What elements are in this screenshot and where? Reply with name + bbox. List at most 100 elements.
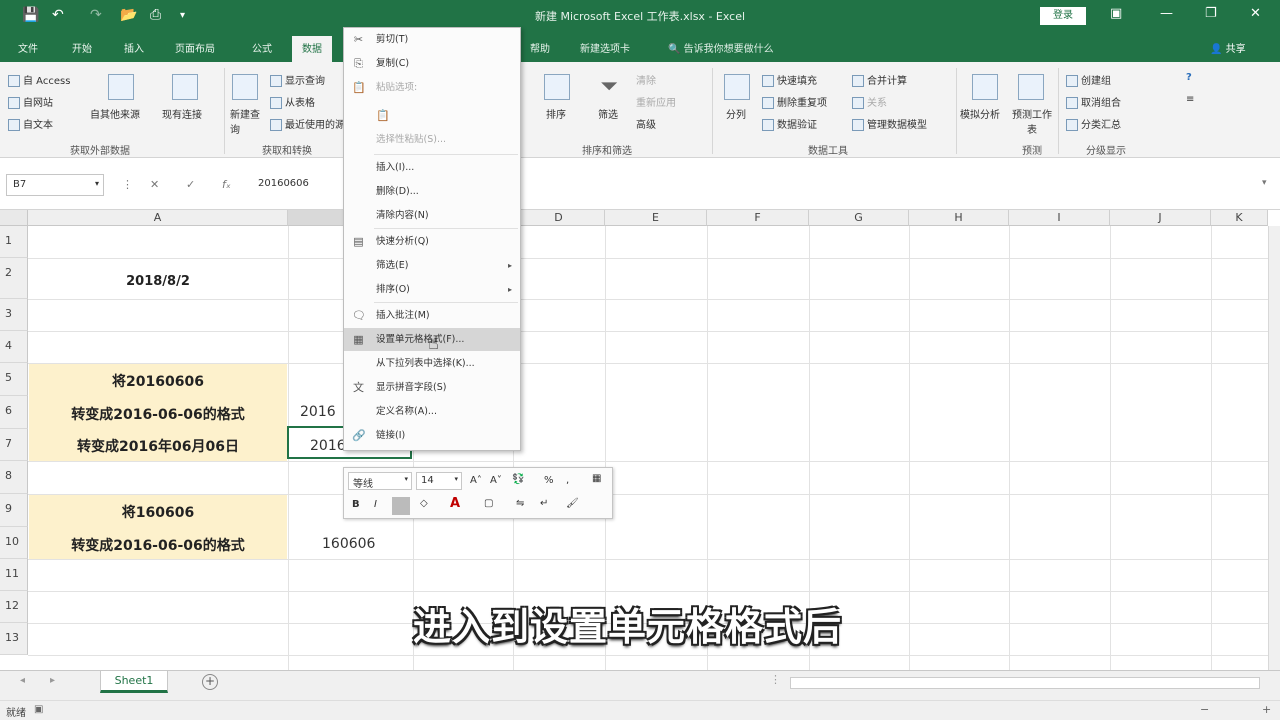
menu-item-sort[interactable]: 排序(O) ▸ bbox=[344, 278, 520, 301]
menu-item-pick-from-list[interactable]: 从下拉列表中选择(K)... bbox=[344, 352, 520, 375]
menu-item-clear-contents[interactable]: 清除内容(N) bbox=[344, 204, 520, 227]
row-header-11[interactable]: 11 bbox=[0, 559, 28, 591]
column-header-f[interactable]: F bbox=[707, 210, 809, 226]
column-header-e[interactable]: E bbox=[605, 210, 707, 226]
manage-data-model-button[interactable]: 管理数据模型 bbox=[852, 116, 927, 131]
expand-formula-icon[interactable]: ▾ bbox=[1262, 178, 1267, 188]
font-size-select[interactable]: 14 ▾ bbox=[416, 472, 462, 490]
tell-me-search[interactable]: 🔍 告诉我你想要做什么 bbox=[668, 40, 774, 55]
row-header-7[interactable]: 7 bbox=[0, 429, 28, 461]
tab-formulas[interactable]: 公式 bbox=[252, 40, 272, 55]
help-icon[interactable]: ? bbox=[1186, 72, 1192, 83]
row-header-12[interactable]: 12 bbox=[0, 591, 28, 623]
column-header-j[interactable]: J bbox=[1110, 210, 1211, 226]
chevron-down-icon[interactable]: ▾ bbox=[95, 179, 99, 188]
currency-format-icon[interactable]: 💱 bbox=[512, 474, 524, 485]
macro-record-icon[interactable]: ▣ bbox=[34, 704, 43, 715]
close-icon[interactable]: ✕ bbox=[1250, 6, 1261, 21]
print-icon[interactable]: ⎙ bbox=[150, 7, 161, 23]
cell-a6[interactable]: 转变成2016-06-06的格式 bbox=[29, 404, 287, 424]
name-box[interactable]: B7 ▾ bbox=[6, 174, 104, 196]
clear-filter-button[interactable]: 清除 bbox=[636, 72, 656, 87]
select-all-corner[interactable] bbox=[0, 210, 28, 226]
merge-cells-icon[interactable]: ⇋ bbox=[516, 498, 524, 509]
consolidate-button[interactable]: 合并计算 bbox=[852, 72, 907, 87]
cell-b10[interactable]: 160606 bbox=[322, 536, 375, 552]
horizontal-scrollbar[interactable] bbox=[790, 677, 1260, 689]
formula-input[interactable]: 20160606 bbox=[258, 178, 309, 189]
center-align-icon[interactable] bbox=[392, 497, 410, 515]
column-header-h[interactable]: H bbox=[909, 210, 1009, 226]
row-header-2[interactable]: 2 bbox=[0, 258, 28, 299]
menu-item-quick-analysis[interactable]: ▤ 快速分析(Q) bbox=[344, 230, 520, 253]
cancel-icon[interactable]: ✕ bbox=[150, 178, 159, 191]
menu-item-show-phonetic[interactable]: ⽂ 显示拼音字段(S) bbox=[344, 376, 520, 399]
menu-item-filter[interactable]: 筛选(E) ▸ bbox=[344, 254, 520, 277]
menu-item-delete[interactable]: 删除(D)... bbox=[344, 180, 520, 203]
text-to-columns-button[interactable]: 分列 bbox=[726, 106, 746, 121]
cell-b6[interactable]: 2016 bbox=[300, 404, 336, 420]
column-header-k[interactable]: K bbox=[1211, 210, 1268, 226]
row-header-4[interactable]: 4 bbox=[0, 331, 28, 363]
menu-item-insert-comment[interactable]: 🗨 插入批注(M) bbox=[344, 304, 520, 327]
vertical-scrollbar[interactable] bbox=[1268, 226, 1280, 670]
insert-function-icon[interactable]: fₓ bbox=[222, 178, 231, 191]
group-button[interactable]: 创建组 bbox=[1066, 72, 1111, 87]
tab-new-tab[interactable]: 新建选项卡 bbox=[580, 40, 630, 55]
cell-a5[interactable]: 将20160606 bbox=[29, 371, 287, 391]
row-header-3[interactable]: 3 bbox=[0, 299, 28, 331]
recent-sources-button[interactable]: 最近使用的源 bbox=[270, 116, 345, 131]
new-query-button[interactable]: 新建查询 bbox=[230, 106, 260, 136]
what-if-button[interactable]: 模拟分析 bbox=[960, 106, 1000, 121]
row-header-5[interactable]: 5 bbox=[0, 363, 28, 396]
sort-button[interactable]: 排序 bbox=[546, 106, 566, 121]
column-header-a[interactable]: A bbox=[28, 210, 288, 226]
enter-icon[interactable]: ✓ bbox=[186, 178, 195, 191]
paint-brush-icon[interactable]: 🖌 bbox=[566, 498, 579, 509]
flash-fill-button[interactable]: 快速填充 bbox=[762, 72, 817, 87]
row-header-6[interactable]: 6 bbox=[0, 396, 28, 429]
other-sources-button[interactable]: 自其他来源 bbox=[90, 106, 140, 121]
menu-item-insert[interactable]: 插入(I)... bbox=[344, 156, 520, 179]
italic-icon[interactable]: I bbox=[374, 499, 377, 510]
tab-help[interactable]: 帮助 bbox=[530, 40, 550, 55]
format-painter-icon[interactable]: ▦ bbox=[592, 473, 601, 484]
cell-a9[interactable]: 将160606 bbox=[29, 502, 287, 522]
share-button[interactable]: 👤 共享 bbox=[1210, 40, 1246, 55]
tab-home[interactable]: 开始 bbox=[72, 40, 92, 55]
undo-icon[interactable]: ↶ bbox=[52, 7, 64, 23]
fill-color-icon[interactable]: ◇ bbox=[420, 498, 428, 509]
data-validation-button[interactable]: 数据验证 bbox=[762, 116, 817, 131]
menu-item-define-name[interactable]: 定义名称(A)... bbox=[344, 400, 520, 423]
tab-splitter-icon[interactable]: ⋮ bbox=[770, 673, 781, 686]
maximize-icon[interactable]: ❐ bbox=[1205, 6, 1217, 21]
sheet-tab-sheet1[interactable]: Sheet1 bbox=[100, 671, 168, 693]
reapply-button[interactable]: 重新应用 bbox=[636, 94, 676, 109]
bold-icon[interactable]: B bbox=[352, 499, 360, 510]
ungroup-button[interactable]: 取消组合 bbox=[1066, 94, 1121, 109]
row-header-13[interactable]: 13 bbox=[0, 623, 28, 655]
analysis-icon[interactable]: ≡ bbox=[1186, 94, 1194, 105]
menu-item-link[interactable]: 🔗 链接(I) bbox=[344, 424, 520, 447]
minimize-icon[interactable]: — bbox=[1160, 6, 1173, 21]
decrease-font-icon[interactable]: A˅ bbox=[490, 475, 502, 486]
font-color-icon[interactable]: A bbox=[450, 496, 460, 511]
filter-button[interactable]: 筛选 bbox=[598, 106, 618, 121]
cell-a7[interactable]: 转变成2016年06月06日 bbox=[29, 436, 287, 456]
forecast-sheet-button[interactable]: 预测工作表 bbox=[1012, 106, 1052, 136]
zoom-out-icon[interactable]: − bbox=[1200, 703, 1209, 716]
login-button[interactable]: 登录 bbox=[1040, 7, 1086, 25]
relationships-button[interactable]: 关系 bbox=[852, 94, 887, 109]
subtotal-button[interactable]: 分类汇总 bbox=[1066, 116, 1121, 131]
wrap-text-icon[interactable]: ↵ bbox=[540, 498, 548, 509]
column-header-d[interactable]: D bbox=[513, 210, 605, 226]
row-header-8[interactable]: 8 bbox=[0, 461, 28, 494]
column-header-g[interactable]: G bbox=[809, 210, 909, 226]
increase-font-icon[interactable]: A˄ bbox=[470, 475, 482, 486]
column-header-i[interactable]: I bbox=[1009, 210, 1110, 226]
row-header-9[interactable]: 9 bbox=[0, 494, 28, 527]
cell-a2[interactable]: 2018/8/2 bbox=[29, 274, 287, 289]
tab-page-layout[interactable]: 页面布局 bbox=[175, 40, 215, 55]
from-access-button[interactable]: 自 Access bbox=[8, 72, 70, 87]
borders-icon[interactable]: ▢ bbox=[484, 498, 493, 509]
